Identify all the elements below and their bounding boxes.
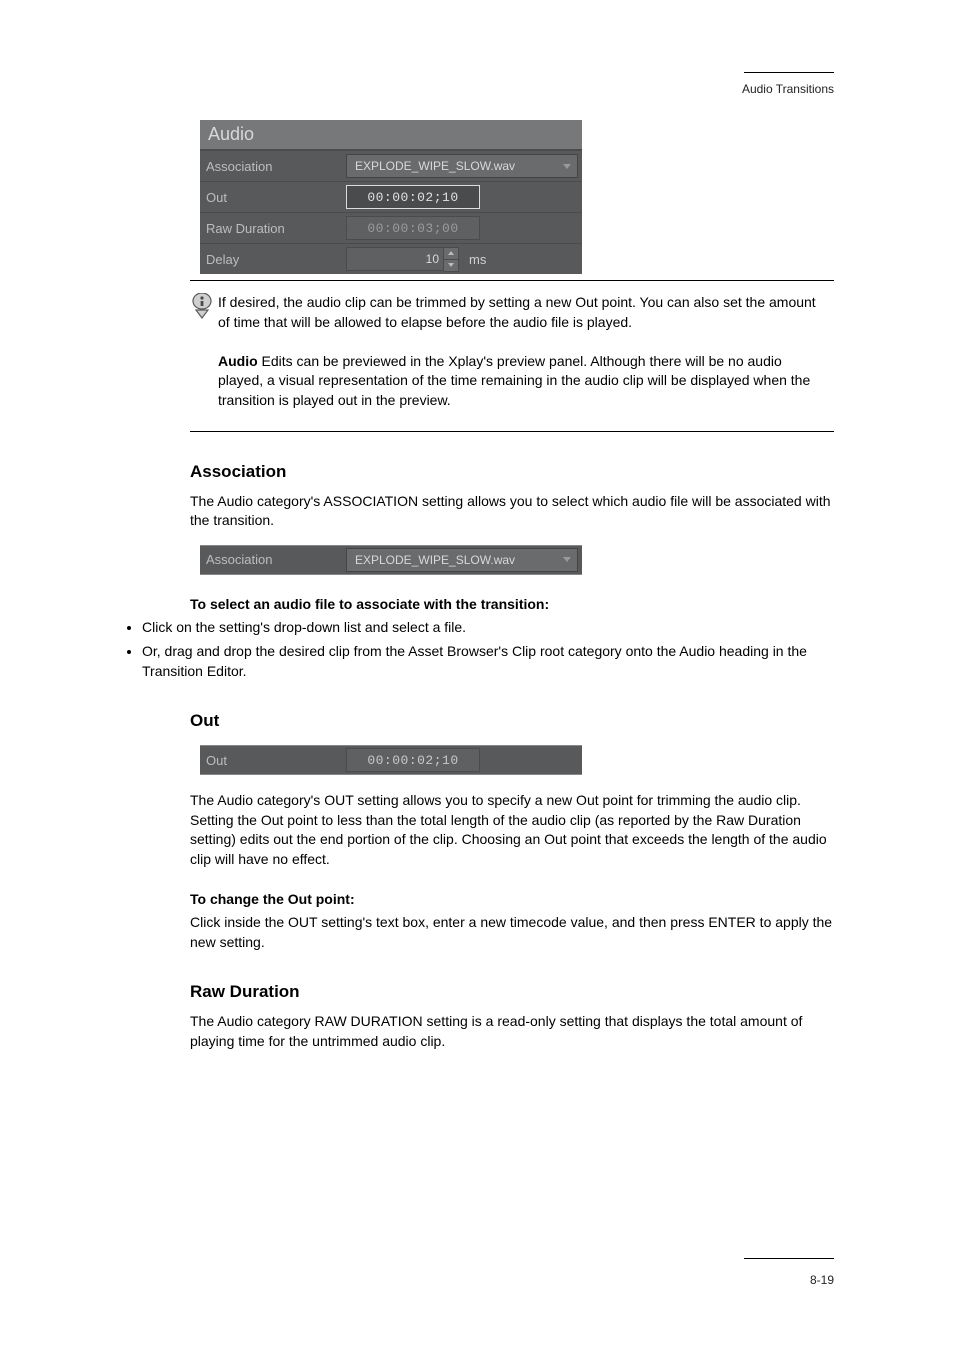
raw-duration-label: Raw Duration: [200, 221, 346, 236]
note-body: Edits can be previewed in the Xplay's pr…: [218, 353, 810, 408]
body-association: The Audio category's ASSOCIATION setting…: [190, 492, 834, 531]
strip-out-label: Out: [200, 753, 346, 768]
note-body-prefix: If desired, the audio clip can be trimme…: [218, 294, 816, 330]
audio-panel: Audio Association EXPLODE_WIPE_SLOW.wav …: [200, 120, 582, 274]
strip-out-value: 00:00:02;10: [346, 748, 480, 772]
out-howto-heading: To change the Out point:: [190, 890, 834, 910]
out-howto-body: Click inside the OUT setting's text box,…: [190, 913, 834, 952]
spinner-buttons[interactable]: [444, 247, 459, 272]
out-label: Out: [200, 190, 346, 205]
body-raw: The Audio category RAW DURATION setting …: [190, 1012, 834, 1051]
row-delay: Delay 10 ms: [200, 243, 582, 274]
delay-label: Delay: [200, 252, 346, 267]
delay-unit: ms: [469, 252, 486, 267]
association-bullets: Click on the setting's drop-down list an…: [120, 618, 834, 681]
association-howto-heading: To select an audio file to associate wit…: [190, 595, 834, 615]
strip-association: Association EXPLODE_WIPE_SLOW.wav: [200, 545, 582, 575]
row-out: Out 00:00:02;10: [200, 181, 582, 212]
heading-association: Association: [190, 462, 834, 482]
association-dropdown[interactable]: EXPLODE_WIPE_SLOW.wav: [346, 154, 578, 178]
heading-raw: Raw Duration: [190, 982, 834, 1002]
strip-out: Out 00:00:02;10: [200, 745, 582, 775]
spinner-down-icon[interactable]: [444, 259, 458, 271]
delay-spinner[interactable]: 10: [346, 247, 459, 272]
out-timecode-input[interactable]: 00:00:02;10: [346, 185, 480, 209]
association-label: Association: [200, 159, 346, 174]
spinner-up-icon[interactable]: [444, 248, 458, 259]
audio-panel-header: Audio: [200, 120, 582, 150]
out-howto: To change the Out point: Click inside th…: [190, 890, 834, 953]
association-bullet-2: Or, drag and drop the desired clip from …: [142, 642, 834, 681]
row-association: Association EXPLODE_WIPE_SLOW.wav: [200, 150, 582, 181]
header-section-title: Audio Transitions: [742, 82, 834, 96]
page-number: 8-19: [810, 1273, 834, 1287]
note-icon: [190, 293, 218, 411]
chevron-down-icon: [563, 164, 571, 169]
strip-association-dropdown[interactable]: EXPLODE_WIPE_SLOW.wav: [346, 548, 578, 572]
strip-association-label: Association: [200, 552, 346, 567]
audio-panel-screenshot: Audio Association EXPLODE_WIPE_SLOW.wav …: [200, 120, 834, 274]
row-raw-duration: Raw Duration 00:00:03;00: [200, 212, 582, 243]
header-rule: [744, 72, 834, 73]
note-text: If desired, the audio clip can be trimme…: [218, 293, 834, 411]
association-bullet-1: Click on the setting's drop-down list an…: [142, 618, 834, 638]
note-block: If desired, the audio clip can be trimme…: [190, 293, 834, 411]
association-howto: To select an audio file to associate wit…: [190, 595, 834, 615]
raw-duration-value: 00:00:03;00: [346, 216, 480, 240]
footer-rule: [744, 1258, 834, 1259]
strip-association-value: EXPLODE_WIPE_SLOW.wav: [355, 553, 515, 567]
rule-under-note: [190, 431, 834, 432]
rule-under-panel: [190, 280, 834, 281]
delay-value[interactable]: 10: [346, 247, 444, 271]
note-bold: Audio: [218, 353, 258, 369]
out-body: The Audio category's OUT setting allows …: [190, 791, 834, 869]
association-dropdown-value: EXPLODE_WIPE_SLOW.wav: [355, 159, 515, 173]
heading-out: Out: [190, 711, 834, 731]
chevron-down-icon: [563, 557, 571, 562]
